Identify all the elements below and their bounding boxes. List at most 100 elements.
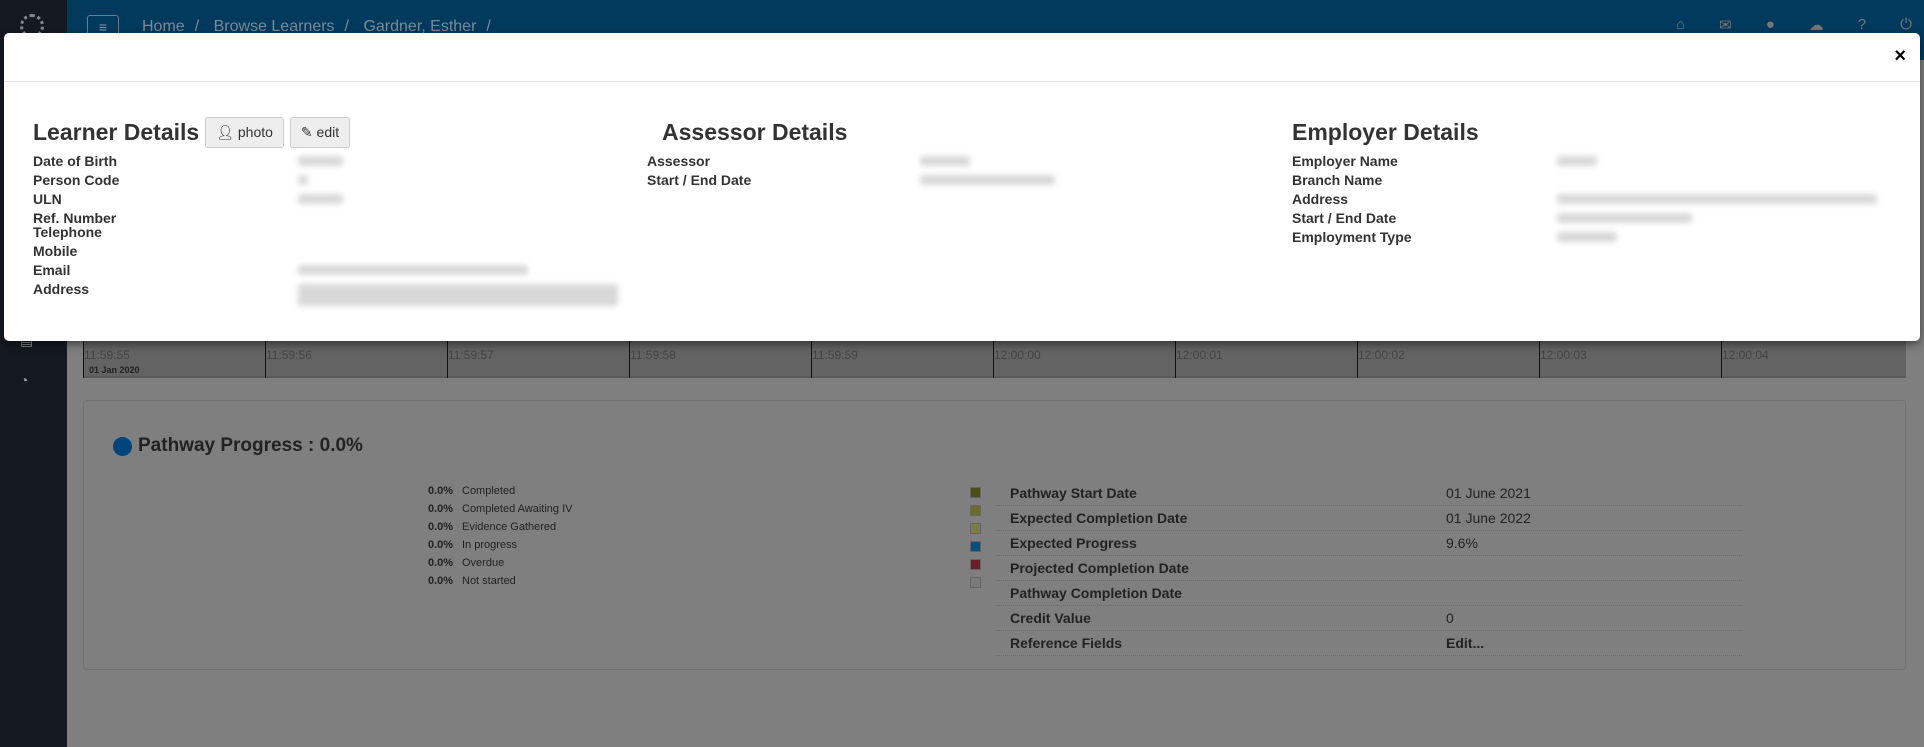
timeline-date: 01 Jan 2020 [89,365,140,375]
legend-swatches [970,487,981,595]
field-row: Employment Type [1292,229,1617,248]
progress-dot-icon [113,436,132,456]
legend-swatch [970,541,981,552]
info-row: Pathway Start Date 01 June 2021 [996,481,1742,506]
user-icon: 👤︎ [216,123,234,140]
field-label: Date of Birth [33,153,117,169]
legend-label: In progress [462,539,518,551]
field-label: Email [33,262,71,278]
field-row: Branch Name [1292,172,1479,191]
info-value[interactable]: Edit... [1446,635,1484,651]
info-row: Projected Completion Date [996,556,1742,581]
legend-label: Not started [462,575,516,587]
legend-swatch [970,559,981,570]
redacted-value [1557,232,1617,242]
home-icon[interactable]: ⌂ [1676,16,1685,34]
photo-button[interactable]: 👤︎ photo [205,116,284,148]
field-label: Mobile [33,243,78,259]
learner-details-title: Learner Details [33,118,200,145]
field-label: Person Code [33,172,120,188]
field-row: Ref. Number [33,210,350,226]
info-label: Reference Fields [1010,635,1123,651]
timeline-tick: 12:00:01 [1175,335,1223,378]
info-value: 0 [1446,610,1454,626]
redacted-value [298,175,308,185]
legend-item: 0.0% Overdue [428,557,572,575]
legend-item: 0.0% Evidence Gathered [428,521,572,539]
info-label: Expected Completion Date [1010,510,1188,526]
redacted-value [298,284,618,306]
legend-item: 0.0% In progress [428,539,572,557]
field-row: Address [33,281,618,306]
field-row: Mobile [33,243,350,262]
timeline-tick: 11:59:58 [629,335,676,378]
timeline-tick: 12:00:04 [1721,335,1769,378]
close-button[interactable]: × [1894,45,1906,68]
info-label: Credit Value [1010,610,1091,626]
timeline-tick: 11:59:57 [447,335,494,378]
legend-label: Completed Awaiting IV [462,503,573,515]
timeline-tick: 11:59:59 [811,335,858,378]
legend-pct: 0.0% [428,539,454,551]
field-label: Address [33,281,90,297]
redacted-value [298,156,343,166]
field-row: Start / End Date [1292,210,1692,229]
info-row: Pathway Completion Date [996,581,1742,606]
timeline-tick: 12:00:03 [1539,335,1587,378]
timeline-tick: 11:59:56 [265,335,312,378]
legend-item: 0.0% Completed Awaiting IV [428,503,572,521]
info-row: Reference Fields Edit... [996,631,1742,656]
info-label: Pathway Completion Date [1010,585,1182,601]
edit-icon: ✎ [300,123,313,140]
legend-swatch [970,577,981,588]
learner-details-modal: × Learner Details 👤︎ photo ✎ edit Date o… [4,33,1920,341]
progress-legend: 0.0% Completed 0.0% Completed Awaiting IV 0.… [428,485,572,593]
field-row: Email [33,262,528,281]
redacted-value [920,175,1055,185]
info-label: Projected Completion Date [1010,560,1189,576]
rss-icon[interactable]: ◔ [20,372,28,388]
timeline-tick: 12:00:00 [993,335,1041,378]
info-row: Credit Value 0 [996,606,1742,631]
legend-swatch [970,523,981,534]
field-row: Assessor [647,153,970,172]
legend-item: 0.0% Completed [428,485,572,503]
info-row: Expected Completion Date 01 June 2022 [996,506,1742,531]
redacted-value [1557,156,1597,166]
employer-details-title: Employer Details [1292,118,1479,145]
envelope-icon[interactable]: ✉ [1719,16,1732,34]
field-label: Branch Name [1292,172,1383,188]
legend-label: Evidence Gathered [462,521,557,533]
info-value: 01 June 2021 [1446,485,1531,501]
legend-pct: 0.0% [428,575,454,587]
field-label: Start / End Date [1292,210,1397,226]
field-row: Date of Birth [33,153,350,172]
employer-details-section: Employer Details Employer Name Branch Nam… [1292,115,1877,248]
info-label: Expected Progress [1010,535,1137,551]
cloud-icon[interactable]: ☁ [1809,16,1824,34]
learner-details-section: Learner Details 👤︎ photo ✎ edit Date of … [33,115,618,306]
info-row: Expected Progress 9.6% [996,531,1742,556]
user-icon[interactable]: ● [1766,16,1775,34]
legend-pct: 0.0% [428,503,454,515]
redacted-value [298,265,528,275]
field-label: ULN [33,191,62,207]
field-label: Assessor [647,153,711,169]
timeline[interactable]: 11:59:55 11:59:56 11:59:57 11:59:58 11:59:59… [83,335,1906,378]
field-label: Address [1292,191,1349,207]
legend-pct: 0.0% [428,485,454,497]
legend-pct: 0.0% [428,557,454,569]
redacted-value [920,156,970,166]
edit-button[interactable]: ✎ edit [289,116,351,148]
pathway-info-table: Pathway Start Date 01 June 2021 Expected C… [996,481,1742,656]
field-row: Person Code [33,172,350,191]
field-row: Address [1292,191,1877,210]
question-icon[interactable]: ? [1858,16,1866,34]
field-label: Telephone [33,224,102,240]
redacted-value [1557,194,1877,204]
info-value: 9.6% [1446,535,1478,551]
power-icon[interactable]: ⏻ [1900,16,1912,34]
legend-pct: 0.0% [428,521,454,533]
info-value: 01 June 2022 [1446,510,1531,526]
legend-item: 0.0% Not started [428,575,572,593]
